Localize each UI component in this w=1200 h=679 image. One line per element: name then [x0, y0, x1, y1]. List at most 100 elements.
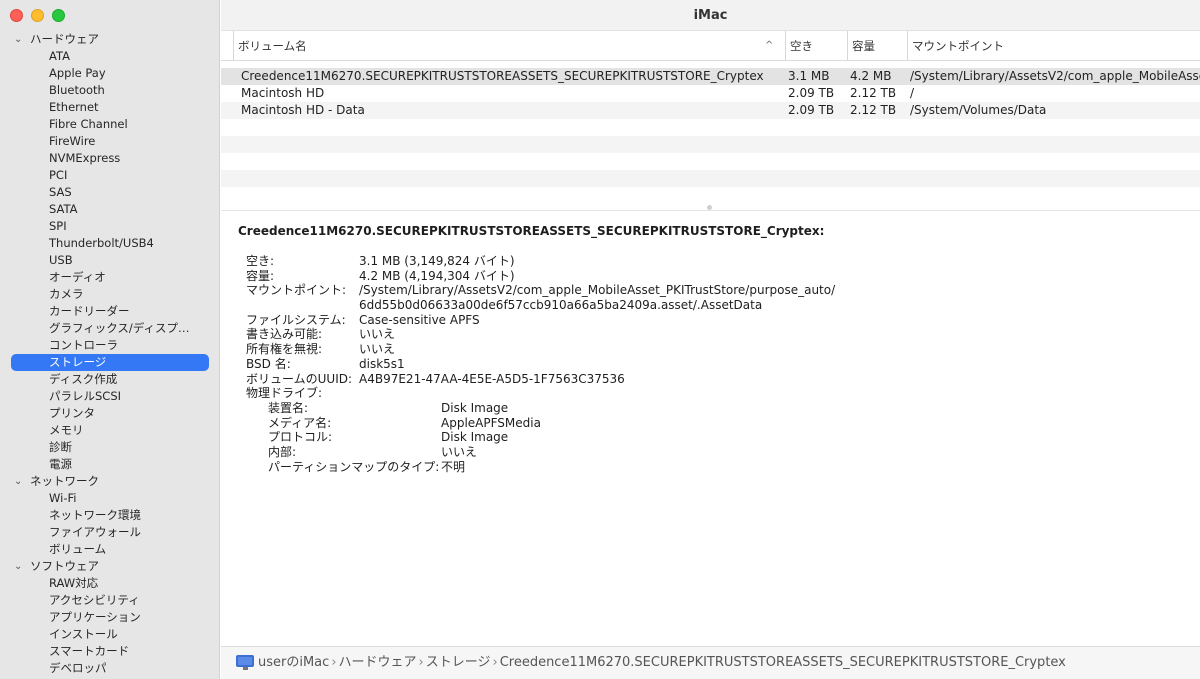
detail-subfield: プロトコル: Disk Image	[238, 430, 1188, 445]
table-row[interactable]: Macintosh HD - Data 2.09 TB 2.12 TB/System…	[221, 102, 1200, 119]
sidebar-item[interactable]: 電源	[0, 456, 219, 473]
sidebar-group-label: ハードウェア	[30, 32, 99, 46]
column-header-mount-point[interactable]: マウントポイント	[907, 31, 1004, 61]
table-cell: 3.1 MB	[788, 69, 830, 83]
sort-ascending-icon[interactable]: ^	[765, 31, 773, 61]
sidebar-item[interactable]: SPI	[0, 218, 219, 235]
detail-field-value: 6dd55b0d06633a00de6f57ccb910a66a5ba2409a…	[359, 298, 763, 313]
sidebar-item[interactable]: Fibre Channel	[0, 116, 219, 133]
empty-row	[221, 136, 1200, 153]
detail-field-label: マウントポイント:	[246, 283, 347, 298]
sidebar-item[interactable]: Wi-Fi	[0, 490, 219, 507]
close-button[interactable]	[10, 9, 23, 22]
table-cell: 2.09 TB	[788, 103, 835, 117]
table-cell: 2.09 TB	[788, 86, 835, 100]
detail-field-value: Case-sensitive APFS	[359, 312, 480, 327]
sidebar-item[interactable]: カメラ	[0, 286, 219, 303]
detail-field: 容量: 4.2 MB (4,194,304 バイト)	[238, 269, 1188, 284]
sidebar-item[interactable]: カードリーダー	[0, 303, 219, 320]
table-cell: 2.12 TB	[850, 86, 897, 100]
sidebar-item[interactable]: インストール	[0, 626, 219, 643]
minimize-button[interactable]	[31, 9, 44, 22]
detail-subfield-label: プロトコル:	[268, 430, 333, 445]
detail-field-label: BSD 名:	[246, 356, 291, 371]
sidebar-item[interactable]: ボリューム	[0, 541, 219, 558]
detail-subfield-value: Disk Image	[441, 400, 509, 415]
column-header-free[interactable]: 空き	[785, 31, 813, 61]
zoom-button[interactable]	[52, 9, 65, 22]
sidebar-item[interactable]: パラレルSCSI	[0, 388, 219, 405]
column-header-volume-name[interactable]: ボリューム名	[233, 31, 307, 61]
detail-subfield-label: メディア名:	[268, 415, 332, 430]
sidebar-item[interactable]: Apple Pay	[0, 65, 219, 82]
sidebar-item[interactable]: コントローラ	[0, 337, 219, 354]
sidebar-item[interactable]: NVMExpress	[0, 150, 219, 167]
split-divider[interactable]	[221, 203, 1200, 211]
splitter-handle[interactable]	[707, 205, 712, 210]
sidebar-item[interactable]: SATA	[0, 201, 219, 218]
detail-field-value: disk5s1	[359, 356, 405, 371]
table-cell: Creedence11M6270.SECUREPKITRUSTSTOREASSE…	[241, 69, 764, 83]
sidebar-item[interactable]: プリンタ	[0, 405, 219, 422]
detail-field-label: 容量:	[246, 268, 275, 283]
sidebar-item[interactable]: メモリ	[0, 422, 219, 439]
chevron-down-icon[interactable]: ⌄	[14, 31, 22, 48]
detail-title: Creedence11M6270.SECUREPKITRUSTSTOREASSE…	[238, 224, 825, 238]
table-row[interactable]: Creedence11M6270.SECUREPKITRUSTSTOREASSE…	[221, 68, 1200, 85]
sidebar-item[interactable]: RAW対応	[0, 575, 219, 592]
sidebar: ⌄ ハードウェア ATA Apple Pay Bluetooth Ethernet Fibr…	[0, 0, 220, 679]
table-row[interactable]: Macintosh HD 2.09 TB 2.12 TB /	[221, 85, 1200, 102]
sidebar-item[interactable]: ネットワーク環境	[0, 507, 219, 524]
detail-field-value: いいえ	[359, 327, 396, 342]
detail-subfield: パーティションマップのタイプ: 不明	[238, 460, 1188, 475]
chevron-down-icon[interactable]: ⌄	[14, 473, 22, 490]
breadcrumb-item[interactable]: userのiMac	[258, 655, 329, 670]
chevron-right-icon: ›	[492, 655, 498, 670]
sidebar-item[interactable]: アプリケーション	[0, 609, 219, 626]
sidebar-item[interactable]: デベロッパ	[0, 660, 219, 677]
sidebar-item[interactable]: ストレージ	[11, 354, 209, 371]
sidebar-item[interactable]: Ethernet	[0, 99, 219, 116]
sidebar-item[interactable]: ATA	[0, 48, 219, 65]
sidebar-item[interactable]: スマートカード	[0, 643, 219, 660]
sidebar-group-label: ネットワーク	[30, 474, 99, 488]
detail-fields: 空き: 3.1 MB (3,149,824 バイト) 容量: 4.2 MB (4,19…	[238, 254, 1188, 401]
breadcrumb-item[interactable]: ストレージ	[426, 655, 491, 670]
detail-field-value: いいえ	[359, 342, 396, 357]
sidebar-item[interactable]: ファイアウォール	[0, 524, 219, 541]
sidebar-item[interactable]: Bluetooth	[0, 82, 219, 99]
chevron-right-icon: ›	[418, 655, 424, 670]
breadcrumb-item[interactable]: ハードウェア	[339, 655, 417, 670]
sidebar-item[interactable]: Thunderbolt/USB4	[0, 235, 219, 252]
detail-field-value: 4.2 MB (4,194,304 バイト)	[359, 268, 515, 283]
breadcrumb-item[interactable]: Creedence11M6270.SECUREPKITRUSTSTOREASSE…	[500, 655, 1066, 670]
detail-subfield: 装置名: Disk Image	[238, 401, 1188, 416]
sidebar-item[interactable]: PCI	[0, 167, 219, 184]
sidebar-group[interactable]: ⌄ ソフトウェア	[0, 558, 219, 575]
sidebar-item[interactable]: ディスク作成	[0, 371, 219, 388]
table-cell: /System/Volumes/Data	[910, 103, 1047, 117]
sidebar-item[interactable]: SAS	[0, 184, 219, 201]
chevron-down-icon[interactable]: ⌄	[14, 558, 22, 575]
detail-field: 空き: 3.1 MB (3,149,824 バイト)	[238, 254, 1188, 269]
detail-field: ボリュームのUUID: A4B97E21-47AA-4E5E-A5D5-1F756…	[238, 372, 1188, 387]
sidebar-item[interactable]: FireWire	[0, 133, 219, 150]
detail-field: マウントポイント: /System/Library/AssetsV2/com_ap…	[238, 283, 1188, 298]
detail-field-label: 所有権を無視:	[246, 342, 323, 357]
sidebar-item[interactable]: オーディオ	[0, 269, 219, 286]
detail-field-value: 3.1 MB (3,149,824 バイト)	[359, 254, 515, 268]
sidebar-item[interactable]: アクセシビリティ	[0, 592, 219, 609]
sidebar-item[interactable]: グラフィックス/ディスプ…	[0, 320, 219, 337]
column-header-capacity[interactable]: 容量	[847, 31, 875, 61]
detail-field: 書き込み可能: いいえ	[238, 327, 1188, 342]
detail-subfield-value: いいえ	[441, 444, 478, 459]
sidebar-item[interactable]: 診断	[0, 439, 219, 456]
table-cell: 4.2 MB	[850, 69, 892, 83]
table-header: ボリューム名 ^ 空き 容量 マウントポイント	[221, 31, 1200, 61]
sidebar-item[interactable]: USB	[0, 252, 219, 269]
detail-subfield-value: AppleAPFSMedia	[441, 415, 541, 430]
sidebar-group[interactable]: ⌄ ハードウェア	[0, 31, 219, 48]
empty-row	[221, 187, 1200, 204]
system-information-window: ⌄ ハードウェア ATA Apple Pay Bluetooth Ethernet Fibr…	[0, 0, 1200, 679]
sidebar-group[interactable]: ⌄ ネットワーク	[0, 473, 219, 490]
